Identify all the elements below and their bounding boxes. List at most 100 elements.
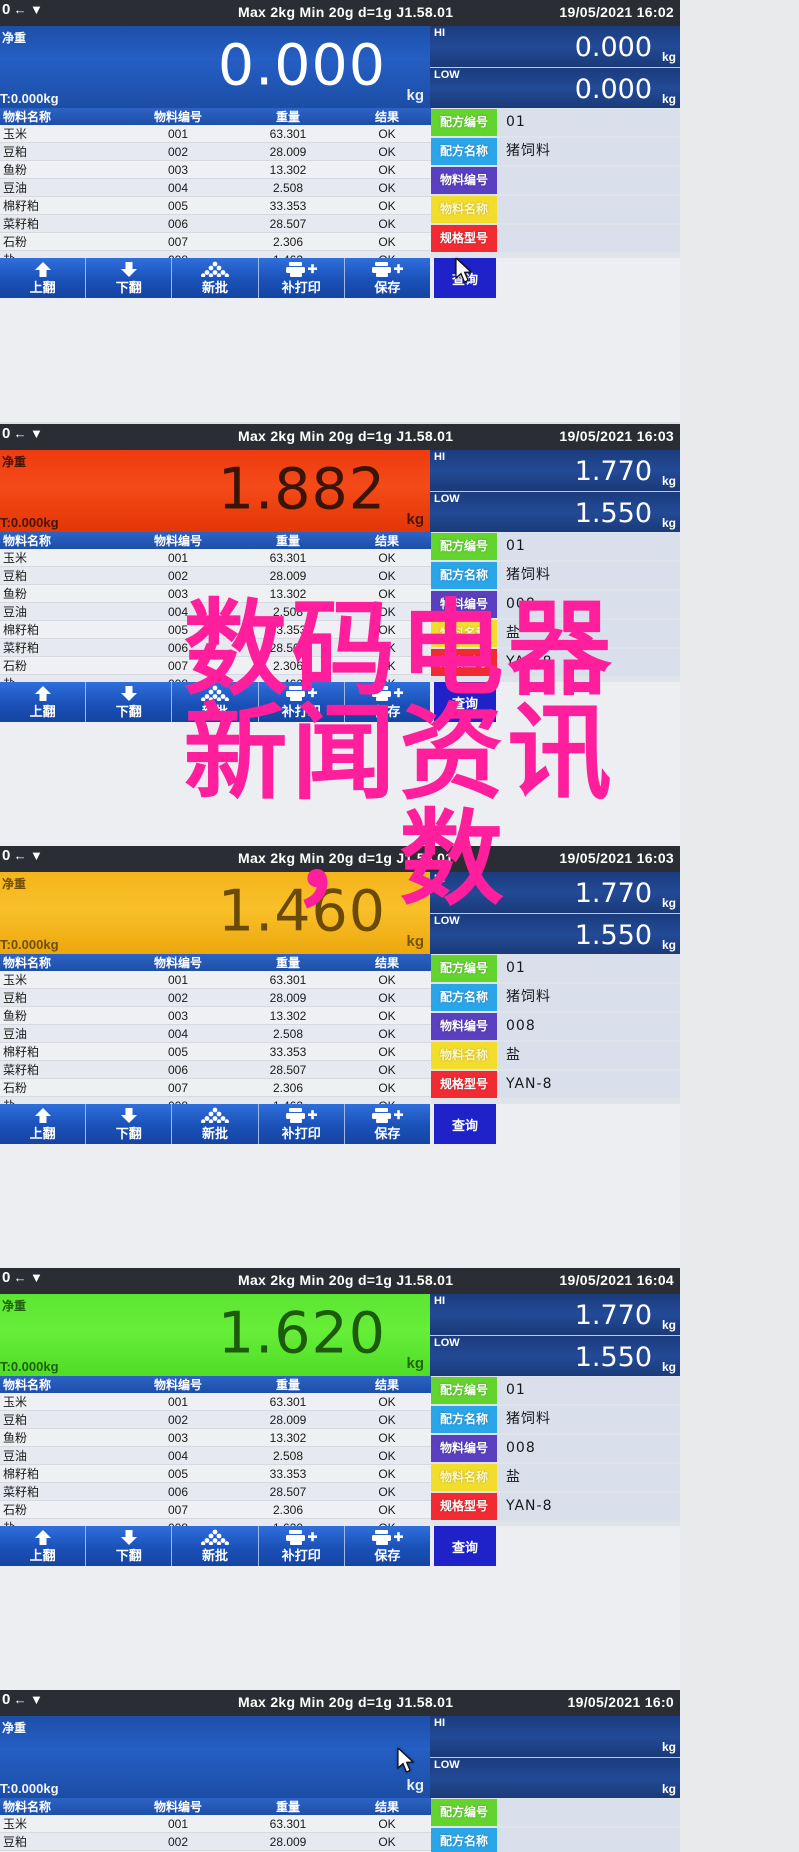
param-value-3[interactable]: 盐 <box>497 620 680 647</box>
param-label-3[interactable]: 物料名称 <box>431 1042 497 1069</box>
param-label-0[interactable]: 配方编号 <box>431 955 497 982</box>
button-reprint[interactable]: 补打印 <box>258 1526 345 1566</box>
param-value-1[interactable]: 猪饲料 <box>497 562 680 589</box>
param-value-1[interactable]: 猪饲料 <box>497 984 680 1011</box>
param-label-1[interactable]: 配方名称 <box>431 1828 497 1852</box>
table-row[interactable]: 鱼粉00313.302OK <box>0 160 431 179</box>
param-label-0[interactable]: 配方编号 <box>431 109 497 136</box>
param-value-2[interactable]: 008 <box>497 1435 680 1462</box>
table-row[interactable]: 玉米 001 63.301 OK <box>0 1393 431 1411</box>
button-reprint[interactable]: 补打印 <box>258 682 345 722</box>
table-row[interactable]: 豆粕 002 28.009 OK <box>0 988 431 1007</box>
material-table-wrap[interactable]: 物料名称 物料编号 重量 结果 玉米 001 63.301 OK 豆粕 002 28.009… <box>0 954 431 1115</box>
param-label-1[interactable]: 配方名称 <box>431 1406 497 1433</box>
material-table[interactable]: 物料名称 物料编号 重量 结果 玉米 001 63.301 OK 豆粕 002 28.009… <box>0 1376 431 1537</box>
query-button[interactable]: 查询 <box>434 258 496 298</box>
material-table[interactable]: 物料名称 物料编号 重量 结果 玉米 001 63.301 OK 豆粕 002 28.009… <box>0 108 431 269</box>
query-button[interactable]: 查询 <box>434 1526 496 1566</box>
material-table-wrap[interactable]: 物料名称 物料编号 重量 结果 玉米 001 63.301 OK 豆粕 002 28.009… <box>0 1376 431 1537</box>
table-row[interactable]: 豆油 004 2.508 OK <box>0 602 431 621</box>
param-label-2[interactable]: 物料编号 <box>431 591 497 618</box>
param-value-2[interactable]: 008 <box>497 1013 680 1040</box>
param-value-1[interactable]: 猪饲料 <box>497 138 680 165</box>
button-save-print[interactable]: 保存 <box>344 1526 431 1566</box>
param-label-1[interactable]: 配方名称 <box>431 984 497 1011</box>
table-row[interactable]: 玉米 001 63.301 OK <box>0 549 431 567</box>
param-label-4[interactable]: 规格型号 <box>431 1493 497 1520</box>
param-label-4[interactable]: 规格型号 <box>431 225 497 252</box>
param-label-2[interactable]: 物料编号 <box>431 1435 497 1462</box>
table-row[interactable]: 棉籽粕 005 33.353 OK <box>0 1464 431 1483</box>
button-reprint[interactable]: 补打印 <box>258 1104 345 1144</box>
button-new-batch[interactable]: 新批 <box>172 258 259 298</box>
table-row[interactable]: 豆粕 002 28.009 OK <box>0 566 431 585</box>
param-value-1[interactable] <box>497 1828 680 1852</box>
param-value-4[interactable]: YAN-8 <box>497 1493 680 1520</box>
param-label-4[interactable]: 规格型号 <box>431 1071 497 1098</box>
param-value-0[interactable]: 01 <box>497 109 680 136</box>
param-value-2[interactable] <box>497 167 680 194</box>
button-arrow-down[interactable]: 下翻 <box>86 1526 173 1566</box>
table-row[interactable]: 豆油 004 2.508 OK <box>0 1024 431 1043</box>
param-value-4[interactable]: YAN-8 <box>497 1071 680 1098</box>
table-row[interactable]: 菜籽粕 006 28.507 OK <box>0 214 431 233</box>
param-value-4[interactable]: YAN-8 <box>497 649 680 676</box>
param-value-0[interactable]: 01 <box>497 955 680 982</box>
button-arrow-down[interactable]: 下翻 <box>86 1104 173 1144</box>
material-table-wrap[interactable]: 物料名称 物料编号 重量 结果 玉米 001 63.301 OK 豆粕 002 28.009… <box>0 1798 431 1852</box>
material-table-wrap[interactable]: 物料名称 物料编号 重量 结果 玉米 001 63.301 OK 豆粕 002 28.009… <box>0 108 431 269</box>
button-arrow-up[interactable]: 上翻 <box>0 258 87 298</box>
param-value-3[interactable]: 盐 <box>497 1464 680 1491</box>
button-save-print[interactable]: 保存 <box>344 258 431 298</box>
button-arrow-up[interactable]: 上翻 <box>0 682 87 722</box>
param-label-2[interactable]: 物料编号 <box>431 1013 497 1040</box>
param-value-3[interactable] <box>497 196 680 223</box>
button-arrow-up[interactable]: 上翻 <box>0 1104 87 1144</box>
table-row[interactable]: 玉米 001 63.301 OK <box>0 1815 431 1833</box>
table-row[interactable]: 玉米 001 63.301 OK <box>0 125 431 143</box>
param-label-1[interactable]: 配方名称 <box>431 562 497 589</box>
material-table-wrap[interactable]: 物料名称 物料编号 重量 结果 玉米 001 63.301 OK 豆粕 002 28.009… <box>0 532 431 693</box>
table-row[interactable]: 豆油 004 2.508 OK <box>0 178 431 197</box>
button-arrow-up[interactable]: 上翻 <box>0 1526 87 1566</box>
table-row[interactable]: 豆粕 002 28.009 OK <box>0 1832 431 1851</box>
param-label-2[interactable]: 物料编号 <box>431 167 497 194</box>
param-value-4[interactable] <box>497 225 680 252</box>
param-label-1[interactable]: 配方名称 <box>431 138 497 165</box>
param-label-0[interactable]: 配方编号 <box>431 1377 497 1404</box>
button-new-batch[interactable]: 新批 <box>172 682 259 722</box>
button-arrow-down[interactable]: 下翻 <box>86 682 173 722</box>
table-row[interactable]: 鱼粉00313.302OK <box>0 1006 431 1025</box>
material-table[interactable]: 物料名称 物料编号 重量 结果 玉米 001 63.301 OK 豆粕 002 28.009… <box>0 532 431 693</box>
param-value-1[interactable]: 猪饲料 <box>497 1406 680 1433</box>
query-button[interactable]: 查询 <box>434 682 496 722</box>
button-reprint[interactable]: 补打印 <box>258 258 345 298</box>
param-label-3[interactable]: 物料名称 <box>431 1464 497 1491</box>
table-row[interactable]: 豆粕 002 28.009 OK <box>0 1410 431 1429</box>
table-row[interactable]: 鱼粉00313.302OK <box>0 584 431 603</box>
table-row[interactable]: 石粉 007 2.306 OK <box>0 1500 431 1519</box>
table-row[interactable]: 棉籽粕 005 33.353 OK <box>0 196 431 215</box>
table-row[interactable]: 豆粕 002 28.009 OK <box>0 142 431 161</box>
button-new-batch[interactable]: 新批 <box>172 1526 259 1566</box>
table-row[interactable]: 棉籽粕 005 33.353 OK <box>0 1042 431 1061</box>
table-row[interactable]: 豆油 004 2.508 OK <box>0 1446 431 1465</box>
param-label-0[interactable]: 配方编号 <box>431 1799 497 1826</box>
param-label-3[interactable]: 物料名称 <box>431 196 497 223</box>
button-save-print[interactable]: 保存 <box>344 1104 431 1144</box>
table-row[interactable]: 菜籽粕 006 28.507 OK <box>0 1482 431 1501</box>
button-save-print[interactable]: 保存 <box>344 682 431 722</box>
param-value-3[interactable]: 盐 <box>497 1042 680 1069</box>
table-row[interactable]: 鱼粉00313.302OK <box>0 1428 431 1447</box>
param-value-0[interactable] <box>497 1799 680 1826</box>
button-new-batch[interactable]: 新批 <box>172 1104 259 1144</box>
param-value-2[interactable]: 008 <box>497 591 680 618</box>
param-value-0[interactable]: 01 <box>497 533 680 560</box>
param-value-0[interactable]: 01 <box>497 1377 680 1404</box>
material-table[interactable]: 物料名称 物料编号 重量 结果 玉米 001 63.301 OK 豆粕 002 28.009… <box>0 1798 431 1852</box>
table-row[interactable]: 棉籽粕 005 33.353 OK <box>0 620 431 639</box>
table-row[interactable]: 石粉 007 2.306 OK <box>0 656 431 675</box>
button-arrow-down[interactable]: 下翻 <box>86 258 173 298</box>
table-row[interactable]: 玉米 001 63.301 OK <box>0 971 431 989</box>
query-button[interactable]: 查询 <box>434 1104 496 1144</box>
